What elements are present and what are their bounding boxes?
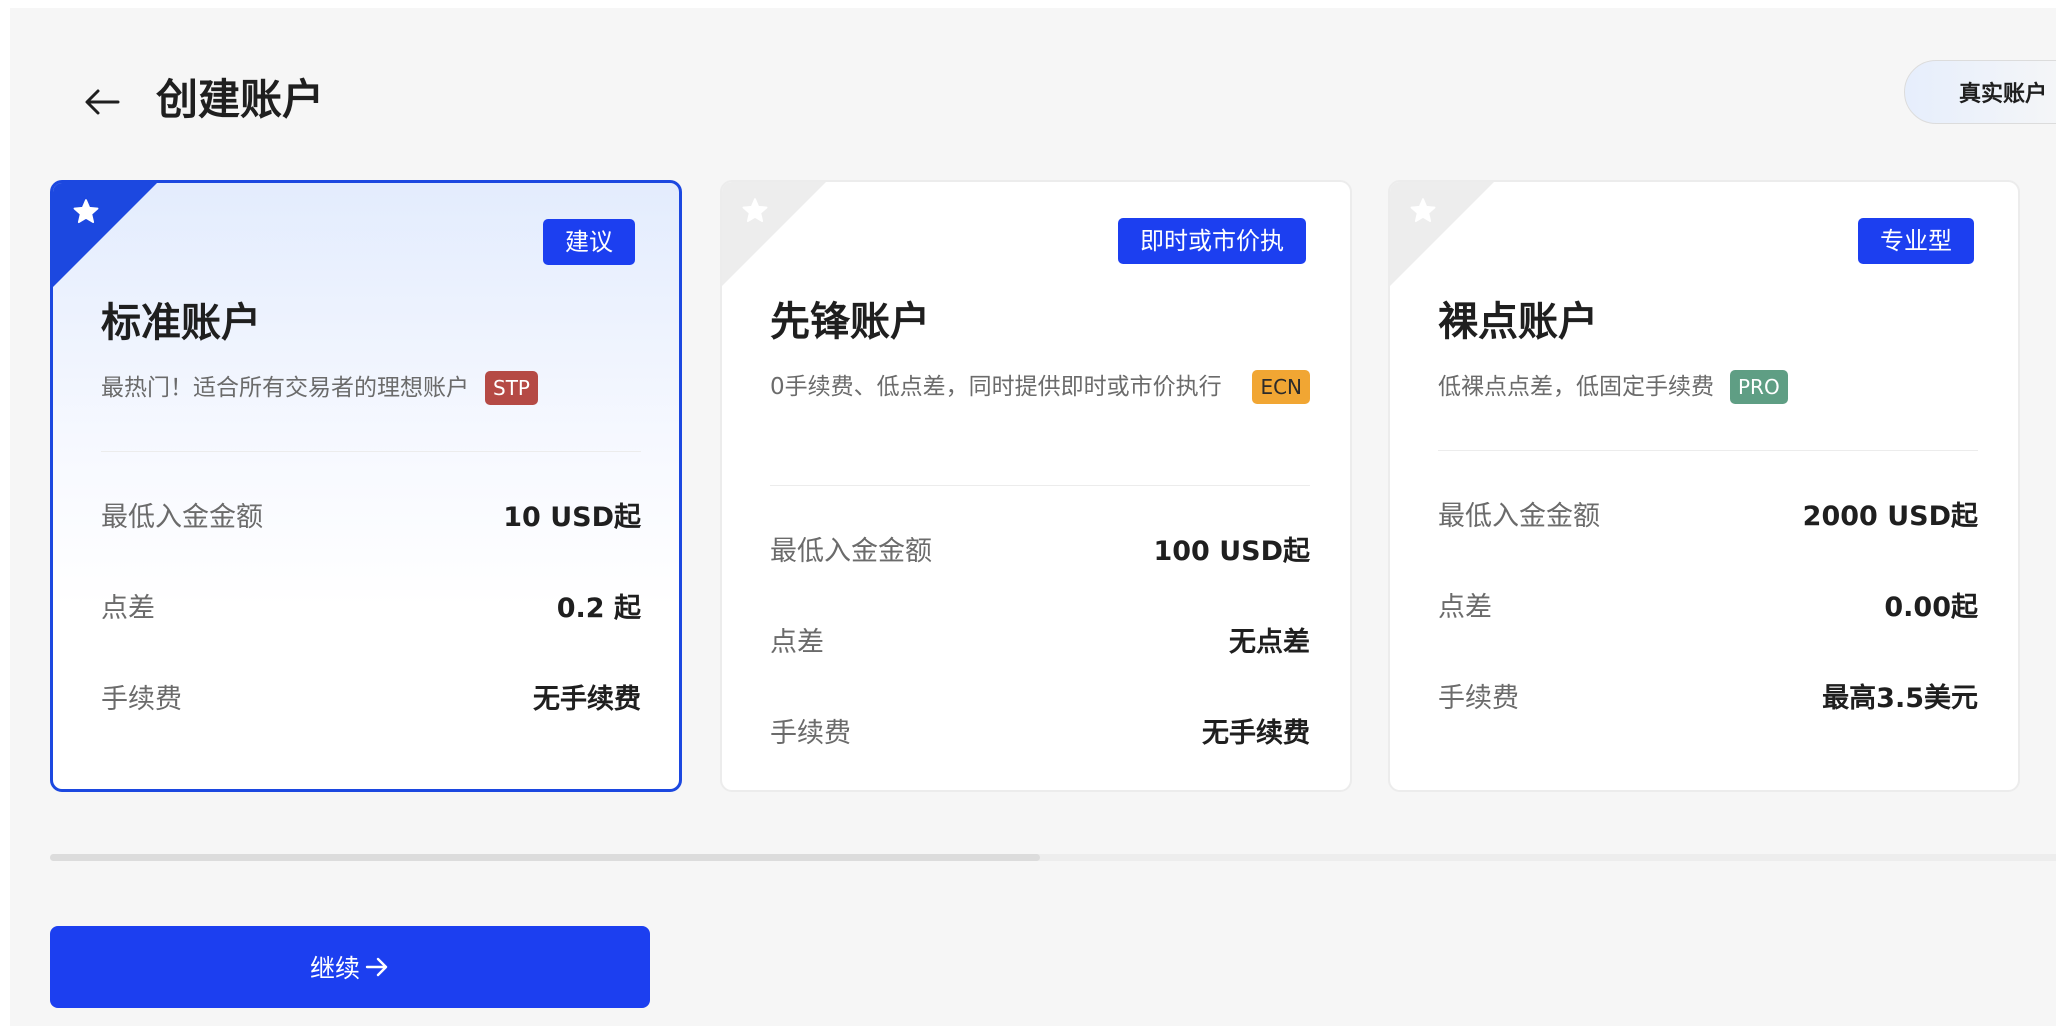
detail-label: 最低入金金额 [1438, 501, 1600, 532]
detail-row-spread: 点差 无点差 [770, 594, 1310, 685]
continue-label: 继续 [309, 954, 360, 983]
card-divider [770, 485, 1310, 486]
card-description: 低裸点点差，低固定手续费 PRO [1438, 370, 1978, 404]
card-title: 裸点账户 [1438, 299, 1598, 345]
star-icon [742, 198, 768, 223]
detail-row-commission: 手续费 无手续费 [770, 685, 1310, 776]
page-title: 创建账户 [156, 75, 325, 124]
card-corner [722, 182, 826, 286]
card-tag: 建议 [543, 219, 635, 265]
execution-badge: STP [485, 371, 538, 405]
star-icon [73, 199, 99, 224]
card-divider [101, 451, 641, 452]
detail-label: 手续费 [770, 718, 851, 749]
detail-row-commission: 手续费 无手续费 [101, 651, 641, 742]
detail-label: 点差 [770, 627, 824, 658]
card-title: 先锋账户 [770, 299, 930, 345]
detail-value: 无手续费 [1202, 718, 1310, 749]
page: 创建账户 真实账户 建议 标准账户 最热门！适合所有交易者的理想账户 STP 最… [10, 8, 2056, 1026]
card-details: 最低入金金额 2000 USD起 点差 0.00起 手续费 最高3.5美元 [1438, 468, 1978, 741]
card-corner [53, 183, 157, 287]
detail-value: 无点差 [1229, 627, 1310, 658]
arrow-right-icon [364, 956, 390, 978]
star-icon [1410, 198, 1436, 223]
detail-label: 点差 [101, 593, 155, 624]
detail-value: 2000 USD起 [1802, 501, 1978, 532]
header: 创建账户 真实账户 [10, 8, 2056, 178]
execution-badge: PRO [1730, 370, 1788, 404]
detail-row-commission: 手续费 最高3.5美元 [1438, 650, 1978, 741]
detail-row-min-deposit: 最低入金金额 2000 USD起 [1438, 468, 1978, 559]
detail-row-spread: 点差 0.2 起 [101, 560, 641, 651]
card-corner [1390, 182, 1494, 286]
card-description-text: 最热门！适合所有交易者的理想账户 [101, 375, 469, 401]
detail-label: 最低入金金额 [770, 536, 932, 567]
card-tag: 专业型 [1858, 218, 1974, 264]
arrow-left-icon [85, 89, 120, 115]
detail-row-min-deposit: 最低入金金额 100 USD起 [770, 503, 1310, 594]
card-title: 标准账户 [101, 300, 261, 346]
back-button[interactable] [74, 74, 130, 130]
card-details: 最低入金金额 100 USD起 点差 无点差 手续费 无手续费 [770, 503, 1310, 776]
account-card-raw-spread[interactable]: 专业型 裸点账户 低裸点点差，低固定手续费 PRO 最低入金金额 2000 US… [1388, 180, 2020, 792]
continue-button[interactable]: 继续 [50, 926, 650, 1008]
card-description-text: 低裸点点差，低固定手续费 [1438, 374, 1714, 400]
account-card-pioneer[interactable]: 即时或市价执 先锋账户 0手续费、低点差，同时提供即时或市价执行 ECN 最低入… [720, 180, 1352, 792]
detail-value: 100 USD起 [1153, 536, 1310, 567]
scrollbar-thumb[interactable] [50, 854, 1040, 861]
card-description: 最热门！适合所有交易者的理想账户 STP [101, 371, 641, 405]
horizontal-scrollbar[interactable] [50, 854, 2056, 861]
card-tag: 即时或市价执 [1118, 218, 1306, 264]
card-description: 0手续费、低点差，同时提供即时或市价执行 ECN [770, 370, 1310, 404]
detail-value: 最高3.5美元 [1822, 683, 1978, 714]
detail-value: 0.00起 [1884, 592, 1978, 623]
detail-value: 10 USD起 [503, 502, 641, 533]
detail-row-spread: 点差 0.00起 [1438, 559, 1978, 650]
detail-label: 手续费 [1438, 683, 1519, 714]
account-type-label: 真实账户 [1959, 82, 2048, 107]
card-divider [1438, 450, 1978, 451]
account-type-toggle[interactable]: 真实账户 [1904, 60, 2056, 124]
account-card-standard[interactable]: 建议 标准账户 最热门！适合所有交易者的理想账户 STP 最低入金金额 10 U… [50, 180, 682, 792]
execution-badge: ECN [1252, 370, 1310, 404]
detail-value: 0.2 起 [556, 593, 641, 624]
detail-label: 点差 [1438, 592, 1492, 623]
detail-value: 无手续费 [533, 684, 641, 715]
card-description-text: 0手续费、低点差，同时提供即时或市价执行 [770, 374, 1222, 400]
detail-label: 最低入金金额 [101, 502, 263, 533]
detail-label: 手续费 [101, 684, 182, 715]
detail-row-min-deposit: 最低入金金额 10 USD起 [101, 469, 641, 560]
card-details: 最低入金金额 10 USD起 点差 0.2 起 手续费 无手续费 [101, 469, 641, 742]
